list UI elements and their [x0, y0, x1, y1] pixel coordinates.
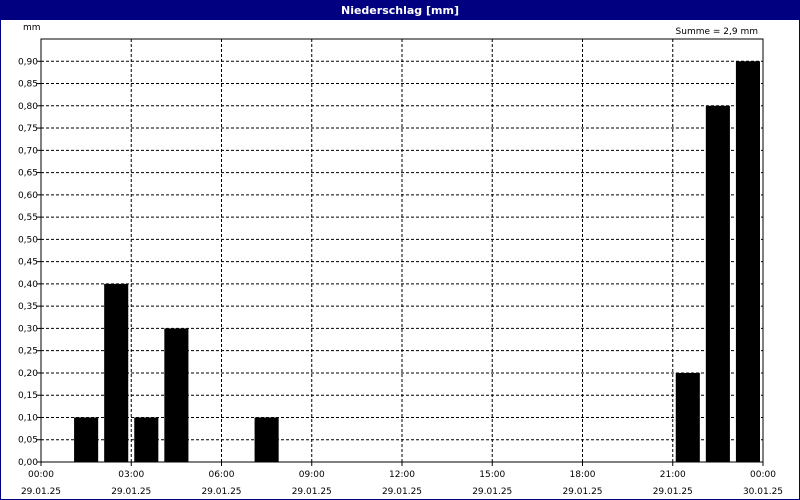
precipitation-chart: 0,00 0,05 0,10 0,15 0,20 0,25 0,30 0,35 0,40 0,45… [18, 23, 783, 497]
x-tick-time-label: 15:00 [479, 470, 505, 480]
bar [675, 372, 700, 462]
x-tick-time-label: 21:00 [660, 470, 686, 480]
y-tick-label: 0,75 [18, 124, 38, 134]
y-tick-label: 0,00 [18, 458, 38, 468]
y-tick-label: 0,20 [18, 369, 38, 379]
chart-window: Niederschlag [mm] 0,00 0,05 0,10 0,15 0,20 0,… [0, 0, 800, 500]
y-tick-label: 0,85 [18, 80, 38, 90]
x-tick-time-label: 18:00 [570, 470, 596, 480]
sum-annotation: Summe = 2,9 mm [676, 27, 758, 37]
x-tick-date-label: 29.01.25 [562, 487, 602, 497]
chart-title: Niederschlag [mm] [1, 1, 799, 20]
y-tick-label: 0,50 [18, 235, 38, 245]
x-tick-time-label: 00:00 [28, 470, 54, 480]
x-tick-time-label: 06:00 [209, 470, 235, 480]
y-tick-label: 0,65 [18, 169, 38, 179]
y-axis-label: mm [23, 23, 41, 33]
y-tick-label: 0,30 [18, 324, 38, 334]
y-tick-label: 0,90 [18, 57, 38, 67]
x-tick-date-label: 30.01.25 [743, 487, 783, 497]
x-tick-date-label: 29.01.25 [382, 487, 422, 497]
x-tick-time-label: 00:00 [750, 470, 776, 480]
x-tick-time-label: 03:00 [118, 470, 144, 480]
y-tick-label: 0,60 [18, 191, 38, 201]
y-tick-label: 0,10 [18, 413, 38, 423]
x-tick-time-label: 09:00 [299, 470, 325, 480]
bar [134, 417, 159, 462]
y-tick-label: 0,05 [18, 436, 38, 446]
x-tick-date-label: 29.01.25 [201, 487, 241, 497]
bar [705, 105, 730, 462]
bar [254, 417, 279, 462]
y-tick-label: 0,40 [18, 280, 38, 290]
x-tick-date-label: 29.01.25 [653, 487, 693, 497]
bar [164, 328, 189, 462]
y-tick-label: 0,35 [18, 302, 38, 312]
y-tick-label: 0,25 [18, 347, 38, 357]
bar [74, 417, 99, 462]
bar [104, 283, 129, 462]
y-tick-label: 0,45 [18, 258, 38, 268]
x-tick-date-label: 29.01.25 [472, 487, 512, 497]
bar [735, 61, 760, 463]
y-tick-label: 0,15 [18, 391, 38, 401]
y-tick-label: 0,80 [18, 102, 38, 112]
x-tick-time-label: 12:00 [389, 470, 415, 480]
y-tick-label: 0,70 [18, 146, 38, 156]
x-tick-date-label: 29.01.25 [21, 487, 61, 497]
y-tick-label: 0,55 [18, 213, 38, 223]
x-tick-date-label: 29.01.25 [292, 487, 332, 497]
x-tick-date-label: 29.01.25 [111, 487, 151, 497]
